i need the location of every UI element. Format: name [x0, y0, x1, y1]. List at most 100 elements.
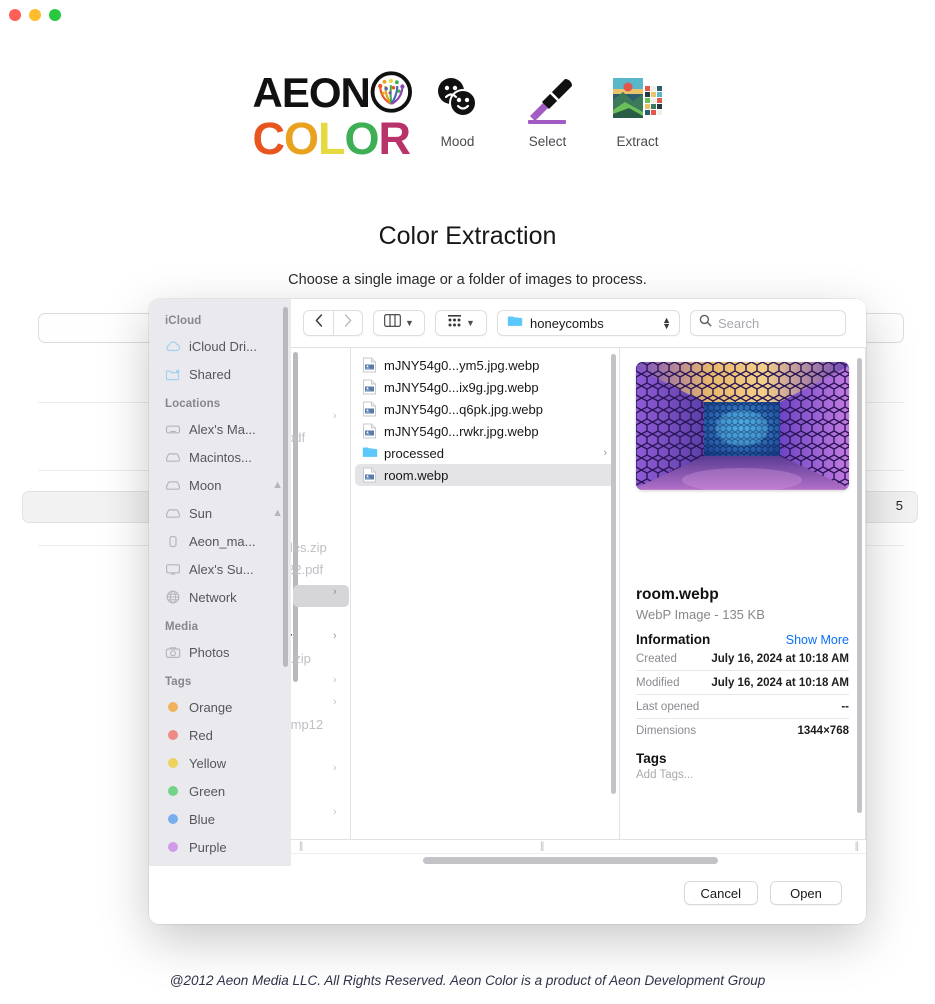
- sidebar-item-alexs-studio[interactable]: Alex's Su...: [149, 555, 291, 583]
- sidebar-item-network[interactable]: Network: [149, 583, 291, 611]
- window-traffic-lights: [9, 9, 61, 21]
- sidebar-item-label: Yellow: [189, 755, 227, 771]
- path-popup-button[interactable]: honeycombs ▲ ▼: [497, 310, 680, 336]
- file-picker-body: iCloud iCloud Dri... Shared Locations Al…: [149, 299, 866, 866]
- group-options-button[interactable]: ▼: [435, 310, 487, 336]
- chevron-left-icon: [315, 314, 323, 332]
- eject-icon[interactable]: ▲: [272, 479, 283, 491]
- sidebar-section-header-tags: Tags: [165, 676, 192, 688]
- column-resize-handle[interactable]: ||: [299, 841, 303, 852]
- nav-item-mood[interactable]: Mood: [413, 68, 503, 149]
- webp-file-icon: [362, 379, 377, 395]
- brand-letter-4: R: [378, 113, 411, 164]
- zoom-window-button[interactable]: [49, 9, 61, 21]
- preview-info-row: Last opened --: [636, 695, 849, 719]
- cancel-button[interactable]: Cancel: [683, 881, 758, 905]
- file-list-scrollbar[interactable]: [611, 354, 616, 794]
- file-list-column[interactable]: mJNY54g0...ym5.jpg.webp mJNY54g0...ix9g.…: [351, 348, 620, 839]
- nav-item-select[interactable]: Select: [503, 68, 593, 149]
- palette-extract-icon: [593, 68, 683, 130]
- nav-item-select-label: Select: [528, 134, 567, 149]
- show-more-link[interactable]: Show More: [786, 633, 849, 647]
- sidebar-item-macintosh-hd[interactable]: Macintos...: [149, 443, 291, 471]
- view-mode-column-button[interactable]: ▼: [373, 310, 425, 336]
- list-item-selected[interactable]: room.webp: [355, 464, 615, 486]
- preview-scrollbar[interactable]: [857, 358, 862, 813]
- sidebar-tag-orange[interactable]: Orange: [149, 693, 291, 721]
- back-button[interactable]: [303, 310, 333, 336]
- minimize-window-button[interactable]: [29, 9, 41, 21]
- disclosure-arrow-icon: ›: [333, 586, 337, 598]
- sidebar-item-sun[interactable]: Sun ▲: [149, 499, 291, 527]
- tag-dot-icon: [165, 811, 181, 827]
- list-item[interactable]: mJNY54g0...rwkr.jpg.webp: [355, 420, 615, 442]
- previous-column[interactable]: pdf iles.zip 22.pdf r r.zip fmp12 ster e…: [291, 348, 351, 839]
- preview-info-row: Modified July 16, 2024 at 10:18 AM: [636, 671, 849, 695]
- page-subtitle: Choose a single image or a folder of ima…: [288, 272, 647, 288]
- sidebar-item-label: Orange: [189, 699, 233, 715]
- sidebar-item-label: Green: [189, 783, 226, 799]
- list-item[interactable]: mJNY54g0...ym5.jpg.webp: [355, 354, 615, 376]
- sidebar-item-alexs-macbook[interactable]: Alex's Ma...: [149, 415, 291, 443]
- disclosure-arrow-icon: ›: [333, 630, 337, 642]
- folder-icon: [507, 314, 523, 332]
- preview-info-key: Last opened: [636, 701, 700, 713]
- file-browser-columns: pdf iles.zip 22.pdf r r.zip fmp12 ster e…: [291, 347, 866, 839]
- sidebar-item-icloud-drive[interactable]: iCloud Dri...: [149, 332, 291, 360]
- horizontal-scrollbar-thumb[interactable]: [423, 857, 718, 864]
- close-window-button[interactable]: [9, 9, 21, 21]
- sidebar-item-shared[interactable]: Shared: [149, 360, 291, 388]
- preview-tags-placeholder[interactable]: Add Tags...: [636, 769, 849, 781]
- preview-info-value: 1344×768: [797, 725, 850, 737]
- column-resize-handle[interactable]: ||: [855, 841, 859, 852]
- preview-file-kind: WebP Image - 135 KB: [636, 607, 765, 622]
- sidebar-scrollbar[interactable]: [283, 307, 288, 667]
- eject-icon[interactable]: ▲: [272, 507, 283, 519]
- sidebar-tag-gray[interactable]: Gray: [149, 861, 291, 866]
- eyedropper-icon: [503, 68, 593, 130]
- file-picker-sidebar[interactable]: iCloud iCloud Dri... Shared Locations Al…: [149, 299, 291, 866]
- preview-information-header: Information Show More: [636, 632, 849, 647]
- sidebar-tag-purple[interactable]: Purple: [149, 833, 291, 861]
- sidebar-section-header-icloud: iCloud: [165, 315, 202, 327]
- preview-info-key: Modified: [636, 677, 680, 689]
- brand-line1: AEON: [253, 70, 413, 116]
- webp-file-icon: [362, 357, 377, 373]
- app-header: AEON C O L O R Mood Select Extract: [0, 62, 935, 161]
- sidebar-item-label: Network: [189, 589, 237, 605]
- preview-info-value: --: [841, 701, 849, 713]
- sidebar-item-aeon-master[interactable]: Aeon_ma...: [149, 527, 291, 555]
- list-item-name: mJNY54g0...ym5.jpg.webp: [384, 357, 540, 373]
- list-item[interactable]: mJNY54g0...ix9g.jpg.webp: [355, 376, 615, 398]
- search-field[interactable]: Search: [690, 310, 846, 336]
- preview-column: room.webp WebP Image - 135 KB Informatio…: [620, 348, 866, 839]
- previous-column-scrollbar[interactable]: [293, 352, 298, 682]
- sidebar-tag-green[interactable]: Green: [149, 777, 291, 805]
- sidebar-tag-yellow[interactable]: Yellow: [149, 749, 291, 777]
- disclosure-arrow-icon: ›: [333, 696, 337, 708]
- app-window: AEON C O L O R Mood Select Extract Color…: [0, 0, 935, 1004]
- stepper-icon: ▲ ▼: [662, 315, 671, 331]
- brand-line1-text: AEON: [252, 69, 371, 117]
- list-item-folder[interactable]: processed ›: [355, 442, 615, 464]
- sidebar-tag-red[interactable]: Red: [149, 721, 291, 749]
- sidebar-item-photos[interactable]: Photos: [149, 638, 291, 666]
- column-resize-strip: || || ||: [291, 839, 866, 853]
- path-popup-label: honeycombs: [530, 315, 604, 331]
- brand-line2: C O L O R: [253, 116, 413, 161]
- nav-item-extract[interactable]: Extract: [593, 68, 683, 149]
- column-resize-handle[interactable]: ||: [540, 841, 544, 852]
- tag-dot-icon: [165, 783, 181, 799]
- forward-button[interactable]: [333, 310, 363, 336]
- sidebar-item-moon[interactable]: Moon ▲: [149, 471, 291, 499]
- sidebar-item-label: Red: [189, 727, 213, 743]
- file-picker-main: ▼ ▼ honeycombs ▲ ▼ Search df es.zip 2.pd…: [291, 299, 866, 866]
- list-item[interactable]: mJNY54g0...q6pk.jpg.webp: [355, 398, 615, 420]
- open-button[interactable]: Open: [770, 881, 842, 905]
- laptop-icon: [165, 421, 181, 437]
- horizontal-scrollbar-track[interactable]: [291, 853, 866, 866]
- sidebar-section-header-locations: Locations: [165, 398, 221, 410]
- brand-letter-3: O: [344, 113, 380, 164]
- sidebar-tag-blue[interactable]: Blue: [149, 805, 291, 833]
- background-number-value: 5: [895, 498, 903, 513]
